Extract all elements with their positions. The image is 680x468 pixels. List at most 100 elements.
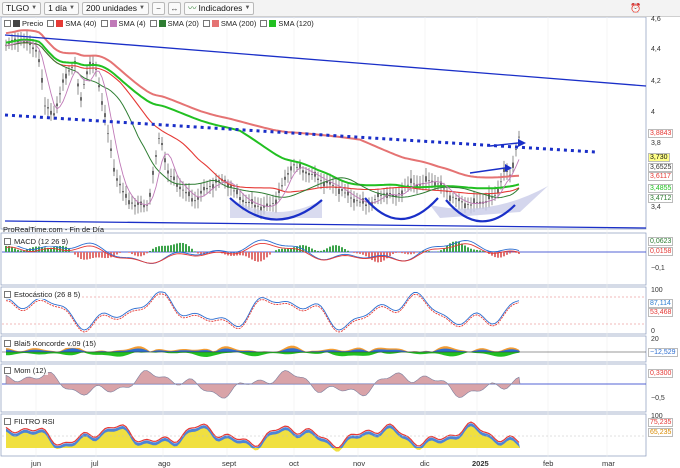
macd-bar: [170, 245, 172, 252]
color-swatch: [158, 20, 166, 27]
macd-bar: [461, 243, 463, 252]
legend-item[interactable]: SMA (40): [46, 19, 98, 28]
symbol-select[interactable]: TLGO ▼: [2, 1, 42, 15]
month-label: dic: [420, 459, 430, 468]
candle-body: [179, 186, 181, 190]
price-axis-label: 4,4: [651, 46, 661, 53]
units-select[interactable]: 200 unidades ▼: [81, 1, 149, 15]
candle-body: [206, 187, 208, 190]
blai5-badge: −12,529: [648, 348, 678, 357]
macd-bar: [197, 252, 199, 254]
macd-label[interactable]: MACD (12 26 9): [2, 237, 71, 246]
macd-bar: [245, 252, 247, 257]
macd-bar: [329, 246, 331, 252]
chart-area[interactable]: [0, 17, 680, 468]
toolbar: TLGO ▼ 1 día ▼ 200 unidades ▼ − ↔ 〰 Indicado…: [0, 0, 680, 17]
legend-item[interactable]: SMA (4): [99, 19, 147, 28]
symbol-label: TLGO: [6, 3, 30, 13]
legend-item[interactable]: SMA (120): [259, 19, 315, 28]
candle-body: [68, 70, 70, 72]
timeframe-select[interactable]: 1 día ▼: [44, 1, 79, 15]
candle-body: [317, 178, 319, 181]
macd-bar: [146, 252, 148, 254]
stoch-badge-2: 53,468: [648, 308, 674, 317]
macd-bar: [269, 252, 271, 255]
legend-item[interactable]: Precio: [3, 19, 45, 28]
candle-body: [59, 93, 61, 95]
macd-bar: [281, 248, 283, 252]
macd-bar: [278, 249, 280, 252]
stoch-label-text: Estocástico (26 8 5): [14, 290, 81, 299]
candle-body: [449, 195, 451, 201]
candle-body: [122, 190, 124, 193]
price-badge: 3,6525: [648, 163, 674, 172]
candle-body: [188, 191, 190, 197]
blai5-label[interactable]: Blai5 Koncorde v.09 (15): [2, 339, 98, 348]
macd-bar: [128, 252, 130, 253]
price-badge: 3,730: [648, 153, 670, 162]
macd-bar: [401, 252, 403, 254]
price-axis-label: 4,2: [651, 78, 661, 85]
candle-body: [83, 84, 85, 86]
legend-item[interactable]: SMA (20): [148, 19, 200, 28]
macd-bar: [476, 249, 478, 252]
macd-bar: [257, 252, 259, 262]
candle-body: [434, 182, 436, 186]
macd-bar: [317, 250, 319, 252]
macd-bar: [335, 245, 337, 252]
macd-badge-2: 0,0158: [648, 247, 674, 256]
mom-label[interactable]: Mom (12): [2, 366, 49, 375]
macd-bar: [470, 248, 472, 252]
stoch-label[interactable]: Estocástico (26 8 5): [2, 290, 83, 299]
candle-body: [38, 59, 40, 63]
zoom-out-button[interactable]: −: [151, 1, 165, 15]
macd-bar: [38, 246, 40, 252]
macd-bar: [407, 252, 409, 255]
macd-bar: [20, 250, 22, 252]
candle-body: [296, 166, 298, 168]
price-axis-label: 4,6: [651, 16, 661, 23]
checkbox-icon: [47, 20, 55, 27]
macd-bar: [167, 245, 169, 252]
macd-bar: [320, 250, 322, 252]
candle-body: [374, 199, 376, 200]
blai5-axis-top: 20: [651, 336, 659, 343]
candle-body: [413, 183, 415, 185]
candle-body: [161, 142, 163, 146]
candle-body: [71, 67, 73, 68]
macd-bar: [299, 245, 301, 252]
macd-bar: [323, 249, 325, 252]
macd-bar: [194, 251, 196, 252]
indicators-button[interactable]: 〰 Indicadores ▼: [183, 1, 255, 15]
pan-button[interactable]: ↔: [167, 1, 181, 15]
alarm-button[interactable]: ⏰: [630, 3, 642, 14]
macd-bar: [62, 245, 64, 252]
candle-body: [350, 197, 352, 199]
candle-body: [458, 198, 460, 202]
macd-bar: [155, 247, 157, 252]
month-label: mar: [602, 459, 615, 468]
rsi-badge-2: 65,235: [648, 428, 674, 437]
macd-bar: [458, 242, 460, 252]
candle-body: [200, 190, 202, 194]
macd-bar: [287, 248, 289, 252]
legend-label: SMA (200): [220, 19, 257, 28]
candle-body: [98, 85, 100, 88]
macd-bar: [152, 248, 154, 252]
macd-bar: [116, 252, 118, 255]
candle-body: [95, 69, 97, 70]
candle-body: [353, 198, 355, 203]
alarm-icon: ⏰: [630, 3, 642, 13]
mom-label-text: Mom (12): [14, 366, 47, 375]
macd-bar: [404, 252, 406, 254]
macd-bar: [479, 250, 481, 252]
rsi-badge-1: 75,235: [648, 418, 674, 427]
macd-bar: [86, 252, 88, 260]
candle-body: [428, 180, 430, 182]
macd-bar: [83, 252, 85, 260]
rsi-label[interactable]: FILTRO RSI: [2, 417, 57, 426]
candle-body: [41, 77, 43, 83]
legend-item[interactable]: SMA (200): [201, 19, 258, 28]
candle-body: [158, 138, 160, 139]
mom-axis-neg: −0,5: [651, 395, 665, 402]
